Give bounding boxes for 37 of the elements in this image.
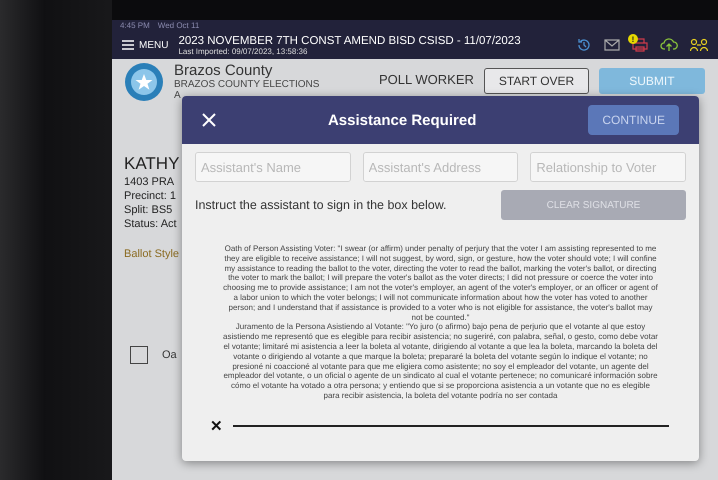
- oath-checkbox[interactable]: [130, 346, 148, 364]
- office-address: A: [174, 90, 181, 101]
- oath-paragraph: Oath of Person Assisting Voter: "I swear (or affirm) under penalty of perjury that the voter I am assisting represented to me they are eligible to receive assistance; I will not suggest, by word, sign, or gesture, how the voter should vote; I will confine my assistance to reading the ballot to the voter, directing the voter to read the ballot, marking the voter's ballot, or directing the voter to mark the ballot; I will prepare the voter's ballot as the voter directs; I did not pressure or coerce the voter into choosing me to provide assistance; I am not the voter's employer, an agent of the voter's employer, or an officer or agent of a labor union to which the voter belongs; I will not communicate information about how the voter has voted to another person; and I understand that if assistance is provided to a voter who is not eligible for assistance, the voter's ballot may not be counted.": [222, 244, 659, 322]
- close-icon: [202, 113, 216, 127]
- ballot-style-label: Ballot Style: [124, 248, 180, 260]
- users-icon[interactable]: [690, 38, 708, 52]
- last-imported: Last Imported: 09/07/2023, 13:58:36: [178, 46, 308, 56]
- county-name: Brazos County: [174, 62, 272, 79]
- voter-detail: Split: BS5: [124, 204, 172, 216]
- history-icon[interactable]: [576, 37, 592, 53]
- start-over-button[interactable]: START OVER: [484, 68, 590, 94]
- oath-paragraph: Juramento de la Persona Asistiendo al Votante: "Yo juro (o afirmo) bajo pena de perjurio que el votante al que estoy asistiendo me representó que es elegible para recibir asistencia; no sugeriré, con palabra, señal, o gesto, como debe votar el votante; limitaré mi asistencia a leer la boleta al votante, dirigiendo al votante a que lea la boleta, marcando la boleta del votante o dirigiendo al votante a que marque la boleta; prepararé la boleta del votante según lo indique el votante; no presioné ni coaccioné al votante para que me eligiera como asistente; no soy el empleador del votante, un agente del empleador del votante, o un oficial o agente de un sindicato al cual el votante pertenece; no comunicaré información sobre cómo el votante ha votado a otra persona; y entiendo que si se proporciona asistencia a un votante que no es elegible para recibir asistencia, la boleta del votante podría no ser contada: [222, 322, 659, 401]
- alert-badge: !: [628, 34, 638, 44]
- signature-mark: ✕: [210, 416, 223, 435]
- election-title: 2023 NOVEMBER 7TH CONST AMEND BISD CSISD - 11/07/2023: [178, 34, 522, 46]
- text-field[interactable]: Relationship to Voter: [530, 152, 686, 182]
- page-title: POLL WORKER: [379, 72, 474, 87]
- county-seal-icon: [124, 62, 164, 102]
- text-field[interactable]: Assistant's Address: [362, 152, 518, 182]
- menu-button[interactable]: MENU: [122, 40, 168, 50]
- voter-name: KATHY: [124, 154, 180, 174]
- printer-icon[interactable]: [632, 38, 648, 52]
- close-button[interactable]: [202, 113, 216, 127]
- text-field[interactable]: Assistant's Name: [195, 152, 351, 182]
- status-date: Wed Oct 11: [158, 21, 200, 30]
- status-time: 4:45 PM: [120, 21, 150, 30]
- cloud-upload-icon[interactable]: [660, 38, 678, 52]
- submit-button[interactable]: SUBMIT: [599, 68, 705, 94]
- dialog-title: Assistance Required: [326, 112, 478, 128]
- elections-office: BRAZOS COUNTY ELECTIONS: [174, 79, 320, 90]
- oath-checkbox-label: Oa: [162, 349, 177, 361]
- menu-icon: [122, 40, 134, 50]
- voter-detail: Precinct: 1: [124, 190, 176, 202]
- voter-detail: 1403 PRA: [124, 176, 174, 188]
- sign-instruction: Instruct the assistant to sign in the box below.: [195, 198, 448, 212]
- mail-icon[interactable]: [604, 39, 620, 51]
- voter-detail: Status: Act: [124, 218, 177, 230]
